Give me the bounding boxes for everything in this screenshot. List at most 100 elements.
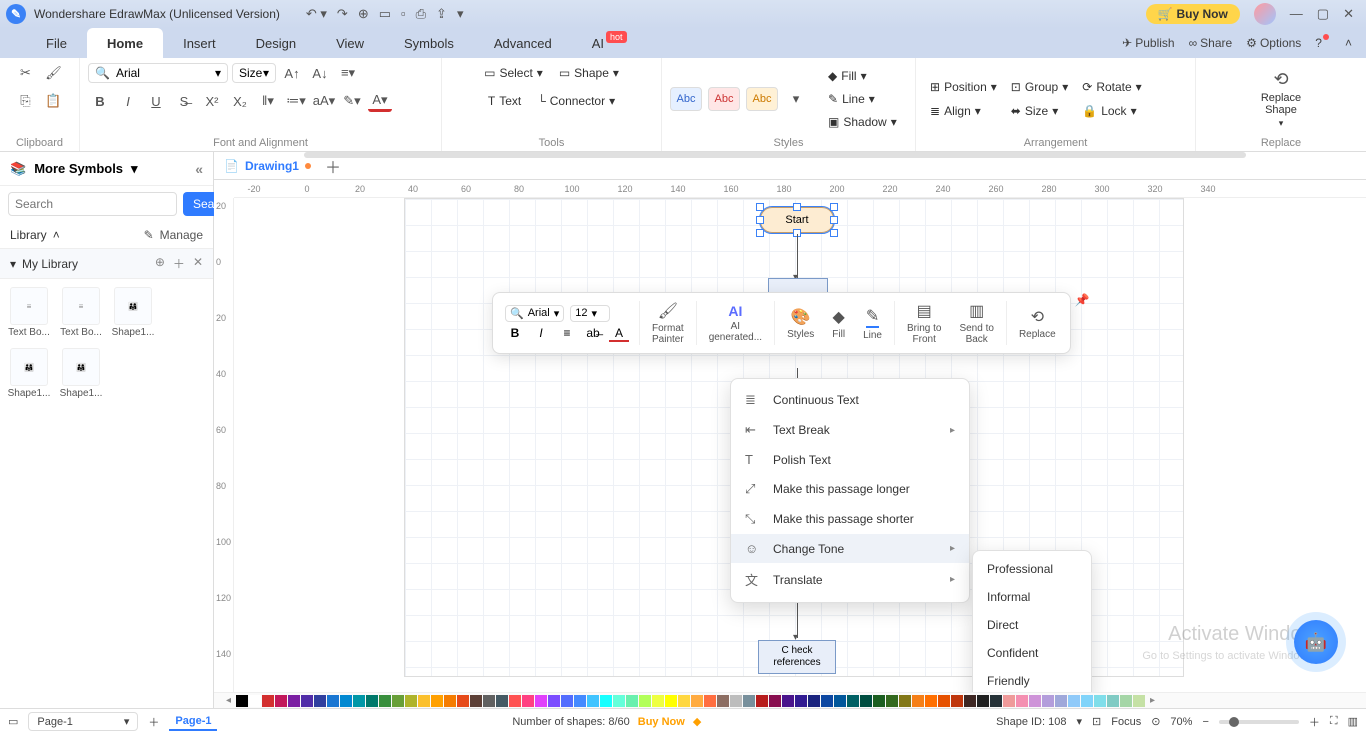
selection-handle[interactable] [830, 216, 838, 224]
style-swatch-2[interactable]: Abc [708, 87, 740, 111]
shadow-button[interactable]: ▣ Shadow ▾ [822, 111, 903, 133]
color-swatch[interactable] [626, 695, 638, 707]
color-swatch[interactable] [522, 695, 534, 707]
tone-friendly[interactable]: Friendly [973, 667, 1091, 692]
underline-icon[interactable]: U [144, 90, 168, 112]
color-swatch[interactable] [314, 695, 326, 707]
select-tool[interactable]: ▭ Select ▾ [478, 62, 549, 84]
collapse-panel-icon[interactable]: « [195, 161, 203, 177]
group-button[interactable]: ⊡ Group▾ [1005, 76, 1074, 98]
color-swatch[interactable] [262, 695, 274, 707]
user-avatar[interactable] [1254, 3, 1276, 25]
color-swatch[interactable] [899, 695, 911, 707]
menu-advanced[interactable]: Advanced [474, 28, 572, 58]
color-swatch[interactable] [236, 695, 248, 707]
color-swatch[interactable] [1120, 695, 1132, 707]
color-swatch[interactable] [886, 695, 898, 707]
page-layout-icon[interactable]: ▭ [8, 715, 18, 728]
selection-handle[interactable] [756, 229, 764, 237]
connector-tool[interactable]: └ Connector ▾ [531, 90, 621, 112]
ai-chat-button[interactable]: 🤖 [1294, 620, 1338, 664]
grow-font-icon[interactable]: A↑ [280, 62, 304, 84]
menu-item-make-this-passage-longer[interactable]: ⤢Make this passage longer [731, 474, 969, 504]
mini-format-painter[interactable]: 🖌Format Painter [644, 299, 692, 347]
menu-item-change-tone[interactable]: ☺Change Tone▸ [731, 534, 969, 563]
panel-toggle-icon[interactable]: ▥ [1348, 715, 1358, 728]
color-swatch[interactable] [977, 695, 989, 707]
color-swatch[interactable] [925, 695, 937, 707]
copy-icon[interactable]: ⎘ [14, 90, 38, 112]
color-swatch[interactable] [288, 695, 300, 707]
menu-ai[interactable]: AIhot [572, 28, 647, 58]
color-swatch[interactable] [1029, 695, 1041, 707]
manage-button[interactable]: ✎ Manage [144, 228, 203, 242]
library-label[interactable]: Library [10, 228, 47, 242]
zoom-fit-icon[interactable]: ⊙ [1151, 715, 1160, 728]
more-qat-icon[interactable]: ▾ [457, 6, 464, 22]
color-swatch[interactable] [665, 695, 677, 707]
mini-italic-icon[interactable]: I [531, 326, 551, 342]
page-select[interactable]: Page-1▾ [28, 712, 138, 731]
color-swatch[interactable] [470, 695, 482, 707]
publish-button[interactable]: ✈ Publish [1122, 36, 1174, 50]
color-swatch[interactable] [613, 695, 625, 707]
color-swatch[interactable] [652, 695, 664, 707]
highlight-icon[interactable]: ✎▾ [340, 90, 364, 112]
shrink-font-icon[interactable]: A↓ [308, 62, 332, 84]
menu-home[interactable]: Home [87, 28, 163, 58]
more-symbols-label[interactable]: More Symbols [34, 161, 123, 176]
color-swatch[interactable] [912, 695, 924, 707]
selection-handle[interactable] [756, 216, 764, 224]
mini-ai-generated[interactable]: AIAI generated... [701, 301, 770, 345]
color-swatch[interactable] [1107, 695, 1119, 707]
color-swatch[interactable] [483, 695, 495, 707]
color-swatch[interactable] [795, 695, 807, 707]
color-swatch[interactable] [340, 695, 352, 707]
text-tool[interactable]: T Text [482, 90, 527, 112]
font-family-select[interactable]: 🔍 Arial▾ [88, 63, 228, 83]
color-swatch[interactable] [600, 695, 612, 707]
search-input[interactable] [8, 192, 177, 216]
menu-item-continuous-text[interactable]: ≣Continuous Text [731, 385, 969, 415]
page-tab[interactable]: Page-1 [169, 713, 217, 731]
horizontal-scrollbar[interactable] [304, 152, 1246, 158]
lock-button[interactable]: 🔒 Lock▾ [1076, 100, 1147, 122]
menu-item-translate[interactable]: 文Translate▸ [731, 563, 969, 596]
library-item[interactable]: 👨‍👩‍👧Shape1... [8, 348, 50, 399]
replace-shape-button[interactable]: ⟲ Replace Shape ▾ [1252, 69, 1310, 129]
menu-item-polish-text[interactable]: TPolish Text [731, 445, 969, 474]
new-lib-icon[interactable]: ⊕ [155, 255, 165, 272]
bullets-icon[interactable]: ≔▾ [284, 90, 308, 112]
color-swatch[interactable] [847, 695, 859, 707]
color-swatch[interactable] [561, 695, 573, 707]
bold-icon[interactable]: B [88, 90, 112, 112]
selection-handle[interactable] [830, 229, 838, 237]
tone-professional[interactable]: Professional [973, 555, 1091, 583]
collapse-ribbon-icon[interactable]: ˄ [1345, 36, 1352, 50]
case-icon[interactable]: aA▾ [312, 90, 336, 112]
new-icon[interactable]: ⊕ [358, 6, 369, 22]
canvas[interactable]: 20020406080100120140 Start ▾ ▾ C heck re… [214, 198, 1366, 692]
color-swatch[interactable] [431, 695, 443, 707]
menu-view[interactable]: View [316, 28, 384, 58]
color-swatch[interactable] [275, 695, 287, 707]
menu-design[interactable]: Design [236, 28, 316, 58]
color-swatch[interactable] [548, 695, 560, 707]
color-swatch[interactable] [574, 695, 586, 707]
library-item[interactable]: 👨‍👩‍👧Shape1... [60, 348, 102, 399]
start-shape[interactable]: Start [760, 207, 834, 233]
line-button[interactable]: ✎ Line ▾ [822, 88, 903, 110]
mini-align-icon[interactable]: ≡ [557, 326, 577, 342]
maximize-icon[interactable]: ▢ [1317, 6, 1329, 22]
color-swatch[interactable] [509, 695, 521, 707]
zoom-slider[interactable] [1219, 720, 1299, 724]
add-page-button[interactable]: ＋ [148, 714, 159, 730]
redo-icon[interactable]: ↷ [337, 6, 348, 22]
share-button[interactable]: ∞ Share [1189, 36, 1233, 50]
color-swatch[interactable] [379, 695, 391, 707]
align-button[interactable]: ≣ Align▾ [924, 100, 1003, 122]
paste-icon[interactable]: 📋 [42, 90, 66, 112]
color-swatch[interactable] [405, 695, 417, 707]
mini-styles[interactable]: 🎨Styles [779, 305, 822, 342]
add-lib-icon[interactable]: ＋ [173, 255, 185, 272]
